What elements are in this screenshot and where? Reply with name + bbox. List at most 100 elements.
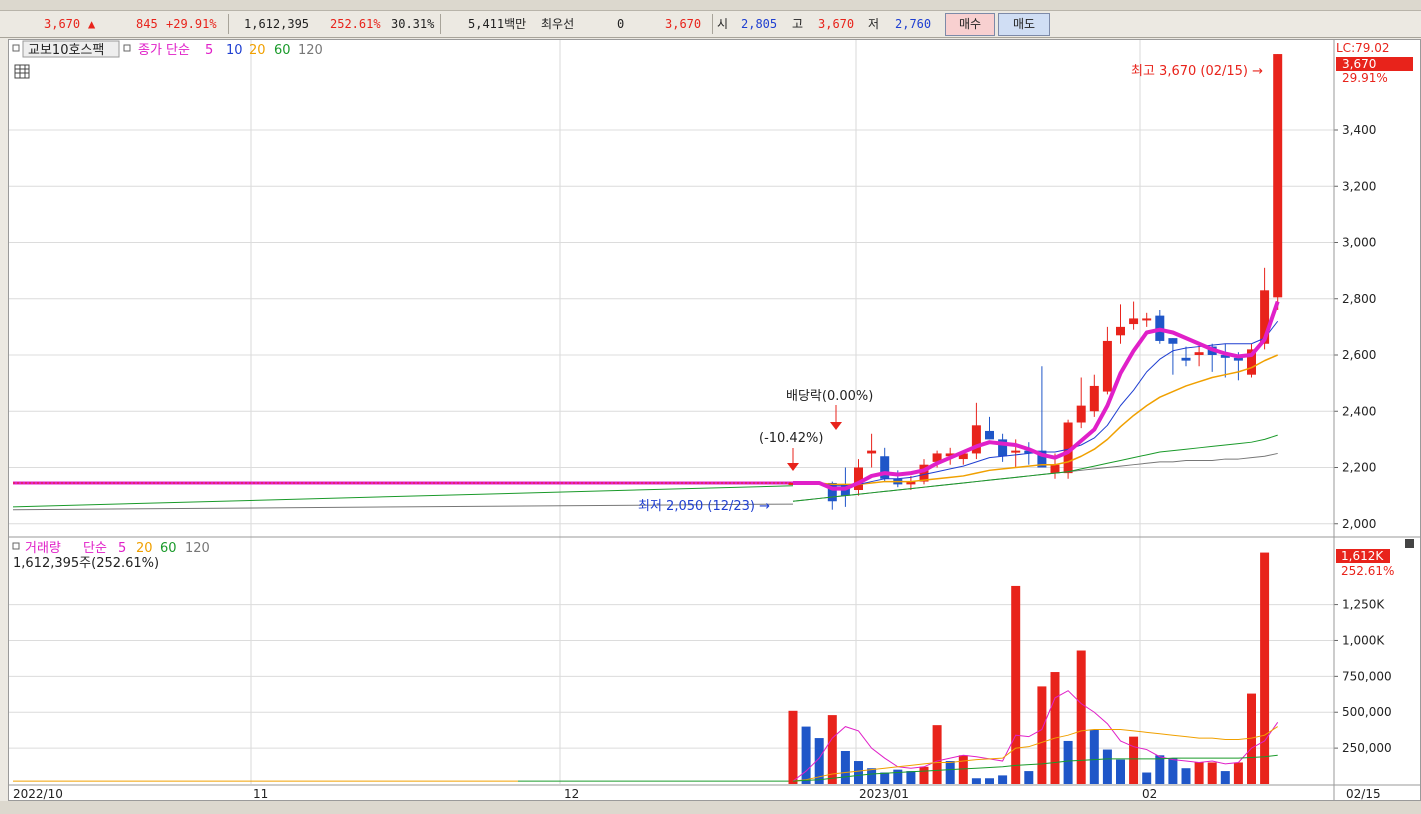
- best-bid-label: 최우선: [541, 17, 575, 31]
- volume-bar: [971, 778, 981, 784]
- volume-legend-ma120: 120: [185, 541, 210, 556]
- toolbar-strip: [0, 0, 1421, 11]
- price-axis-label: 2,400: [1342, 404, 1376, 418]
- volume-bar: [801, 726, 811, 784]
- chart-area[interactable]: 3,400 3,200 3,000 2,800 2,600 2,400 2,200 2,000…: [8, 39, 1421, 801]
- x-label-12: 12: [564, 787, 579, 800]
- legend-ma20: 20: [249, 43, 266, 58]
- legend-bullet-icon: [12, 44, 20, 52]
- price-axis-label: 2,000: [1342, 517, 1376, 531]
- legend-stock-name: 교보10호스팩: [28, 43, 104, 58]
- candle-body: [1142, 318, 1152, 321]
- legend-ma-label: 종가 단순: [138, 43, 190, 58]
- high-label: 고: [792, 17, 804, 31]
- price-axis-label: 2,800: [1342, 292, 1376, 306]
- divider: [712, 14, 713, 34]
- x-label-11: 11: [253, 787, 268, 800]
- dividend-arrow-head-icon: [830, 422, 842, 430]
- buy-button[interactable]: 매수: [945, 13, 995, 36]
- candle-body: [1011, 450, 1021, 453]
- candle-body: [1102, 340, 1112, 392]
- x-label-last-date: 02/15: [1346, 787, 1381, 800]
- candle-body: [1089, 385, 1099, 412]
- legend-ma5: 5: [205, 43, 213, 58]
- current-price-pct: 29.91%: [1342, 71, 1388, 85]
- legend-bullet-icon: [12, 542, 20, 550]
- ma20-line: [793, 354, 1278, 486]
- candle-body: [1194, 352, 1204, 355]
- volume-bar: [788, 710, 798, 784]
- volume-axis-label: 1,250K: [1342, 598, 1385, 612]
- price-change: 845: [136, 17, 158, 31]
- price-axis-label: 3,000: [1342, 236, 1376, 250]
- volume-legend-ma: 단순: [83, 541, 107, 556]
- volume-sub-label: 1,612,395주(252.61%): [13, 556, 159, 571]
- candle-body: [1116, 326, 1125, 336]
- ma60-line: [792, 434, 1278, 502]
- open-value: 2,805: [741, 17, 778, 31]
- quote-bar: 3,670 ▲ 845 +29.91% 1,612,395 252.61% 30…: [0, 11, 1421, 38]
- candle-body: [1076, 405, 1086, 423]
- volume-bar: [919, 766, 929, 784]
- volume-bar: [1089, 729, 1099, 784]
- best-bid-value: 0: [617, 17, 625, 31]
- volume-bar: [1050, 672, 1060, 784]
- low-value: 2,760: [895, 17, 932, 31]
- stock-chart[interactable]: 3,400 3,200 3,000 2,800 2,600 2,400 2,200 2,000…: [9, 40, 1420, 801]
- sell-button[interactable]: 매도: [998, 13, 1050, 36]
- legend-ma120: 120: [298, 43, 323, 58]
- volume-value: 1,612,395: [244, 17, 310, 31]
- volume-bar: [1037, 686, 1047, 784]
- volume-bar: [867, 768, 877, 784]
- trade-amount: 5,411백만: [468, 17, 527, 31]
- candle-body: [985, 430, 994, 440]
- volume-bar: [1142, 772, 1152, 784]
- volume-axis-label: 750,000: [1342, 669, 1392, 683]
- volume-bar: [893, 769, 903, 784]
- price-axis-label: 3,200: [1342, 179, 1376, 193]
- x-label-2023-01: 2023/01: [859, 787, 909, 800]
- low-annotation: 최저 2,050 (12/23) →: [638, 499, 770, 514]
- volume-bar: [1168, 758, 1178, 784]
- lc-label: LC:79.02: [1336, 41, 1389, 55]
- price-axis-label: 3,400: [1342, 123, 1376, 137]
- price-layer: [12, 54, 1283, 511]
- volume-legend-name: 거래량: [25, 541, 61, 556]
- volume-bar: [1129, 736, 1139, 784]
- legend-ma60: 60: [274, 43, 291, 58]
- current-volume-pct: 252.61%: [1341, 564, 1394, 578]
- volume-bar: [958, 755, 968, 784]
- turnover-rate: 30.31%: [391, 17, 435, 31]
- close-icon[interactable]: [1405, 539, 1414, 548]
- volume-bar: [906, 771, 916, 784]
- x-label-2022-10: 2022/10: [13, 787, 63, 800]
- volume-bar: [932, 725, 942, 784]
- grid: 3,400 3,200 3,000 2,800 2,600 2,400 2,200 2,000…: [9, 40, 1392, 784]
- candle-body: [854, 467, 863, 490]
- volume-bar: [1233, 762, 1243, 784]
- volume-ma5-line: [792, 690, 1279, 782]
- price-change-pct: +29.91%: [166, 17, 217, 31]
- price-axis-label: 2,600: [1342, 348, 1376, 362]
- table-icon[interactable]: [14, 64, 30, 79]
- volume-bar: [998, 775, 1008, 784]
- volume-bar: [1011, 585, 1021, 784]
- candle-body: [867, 450, 877, 454]
- volume-bar: [1063, 740, 1073, 784]
- up-arrow-icon: ▲: [88, 17, 96, 31]
- candle-body: [1129, 318, 1139, 325]
- volume-bar: [985, 778, 994, 784]
- volume-bar: [1155, 755, 1165, 784]
- volume-axis-label: 1,000K: [1342, 633, 1385, 647]
- current-volume-tag-text: 1,612K: [1341, 549, 1384, 563]
- legend-ma10: 10: [226, 43, 243, 58]
- volume-bar: [1220, 771, 1230, 784]
- volume-ma20-line: [792, 726, 1278, 782]
- volume-legend-ma60: 60: [160, 541, 177, 556]
- legend-bullet-icon: [123, 44, 131, 52]
- volume-bar: [1260, 552, 1270, 784]
- current-price: 3,670: [44, 17, 81, 31]
- bottom-scrollbar[interactable]: [0, 801, 1421, 814]
- volume-layer: [13, 552, 1279, 784]
- volume-ratio: 252.61%: [330, 17, 381, 31]
